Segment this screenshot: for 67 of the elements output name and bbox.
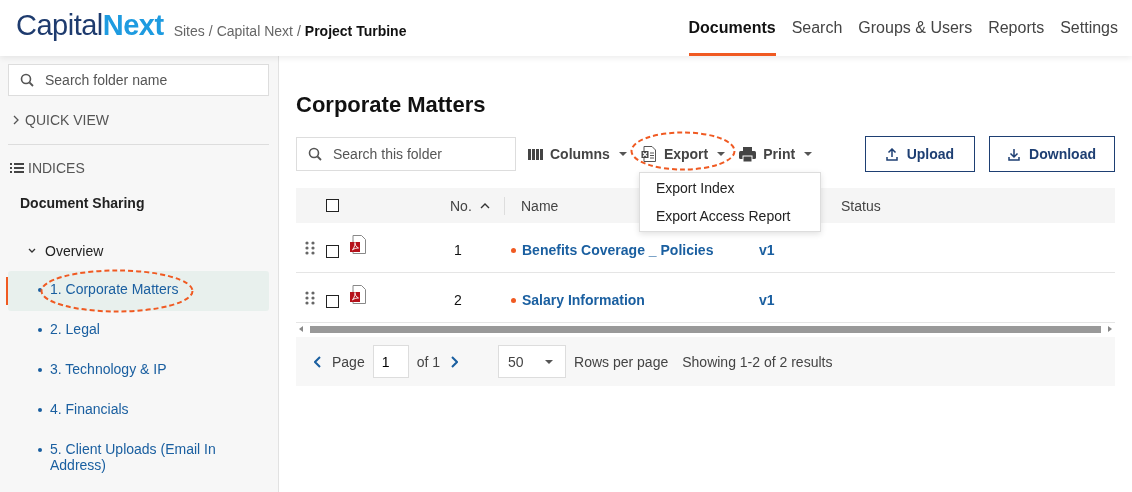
caret-icon <box>717 152 726 156</box>
page-count: of 1 <box>416 353 441 370</box>
search-field[interactable]: Search this folder <box>296 137 516 171</box>
tree-item[interactable]: 4. Financials <box>8 391 269 431</box>
pdf-file-icon <box>350 285 366 305</box>
menu-item[interactable]: Export Access Report <box>639 202 820 230</box>
upload-icon <box>885 147 898 161</box>
column-header[interactable]: No. <box>450 197 472 214</box>
nav-tab[interactable]: Search <box>791 0 843 56</box>
document-link[interactable]: Salary Information <box>522 292 645 308</box>
scrollbar-thumb[interactable] <box>310 325 1101 333</box>
printer-icon <box>739 146 757 162</box>
next-page-button[interactable] <box>448 355 461 368</box>
rows-per-page-select[interactable]: 50 <box>498 345 567 378</box>
caret-icon <box>618 152 627 156</box>
version-link[interactable]: v1 <box>759 292 775 308</box>
page-input[interactable]: 1 <box>372 345 409 378</box>
toolbar-button[interactable]: Print <box>737 142 815 166</box>
quick-view-toggle[interactable]: QUICK VIEW <box>8 96 269 145</box>
previous-page-button[interactable] <box>312 355 324 368</box>
nav-tab[interactable]: Settings <box>1060 0 1118 56</box>
upload-button[interactable]: Upload <box>864 136 976 172</box>
list-icon <box>10 163 24 173</box>
caret-icon <box>545 359 554 364</box>
chevron-icon <box>314 355 322 368</box>
download-button[interactable]: Download <box>989 136 1115 172</box>
logo: CapitalNext <box>16 8 164 42</box>
page-label: Page <box>332 353 365 370</box>
column-header[interactable]: Status <box>841 197 881 214</box>
rows-per-page-label: Rows per page <box>574 353 669 370</box>
drag-handle-icon <box>305 241 315 255</box>
scroll-left-icon <box>299 326 303 332</box>
breadcrumb-link[interactable]: Sites <box>173 23 205 39</box>
tree-item[interactable]: 1. Corporate Matters <box>8 271 269 311</box>
spreadsheet-file-icon <box>640 146 657 162</box>
checkbox[interactable] <box>326 199 339 212</box>
scroll-right-icon <box>1108 326 1112 332</box>
checkbox[interactable] <box>326 245 339 258</box>
tree-item[interactable]: 2. Legal <box>8 311 269 351</box>
table-cell-text: 1 <box>453 242 463 258</box>
menu-item[interactable]: Export Index <box>639 174 820 202</box>
search-field[interactable]: Search folder name <box>8 64 269 96</box>
tree-item[interactable]: 5. Client Uploads (Email In Address) <box>8 431 269 473</box>
drag-handle-icon <box>305 291 315 305</box>
nav-tab[interactable]: Reports <box>988 0 1045 56</box>
pdf-file-icon <box>350 235 366 255</box>
breadcrumb-separator: / <box>208 23 213 39</box>
chevron-icon <box>450 355 459 368</box>
columns-icon <box>528 148 543 160</box>
breadcrumb-link[interactable]: Capital Next <box>216 23 293 39</box>
section-label: INDICES <box>28 160 85 176</box>
column-header[interactable]: Name <box>521 197 559 214</box>
download-icon <box>1008 147 1021 161</box>
version-link[interactable]: v1 <box>759 242 775 258</box>
tree-item[interactable]: 3. Technology & IP <box>8 351 269 391</box>
document-link[interactable]: Benefits Coverage _ Policies <box>522 242 714 258</box>
table-cell-text: 2 <box>453 292 463 308</box>
section-heading: Document Sharing <box>19 194 146 213</box>
page-title: Corporate Matters <box>296 92 487 118</box>
results-summary: Showing 1-2 of 2 results <box>682 353 833 370</box>
toolbar-button[interactable]: Columns <box>526 142 629 166</box>
breadcrumb-separator: / <box>296 23 301 39</box>
caret-icon <box>804 152 813 156</box>
checkbox[interactable] <box>326 295 339 308</box>
nav-tab[interactable]: Documents <box>688 0 776 56</box>
nav-tab[interactable]: Groups & Users <box>858 0 973 56</box>
tree-node[interactable]: Overview <box>8 231 269 271</box>
